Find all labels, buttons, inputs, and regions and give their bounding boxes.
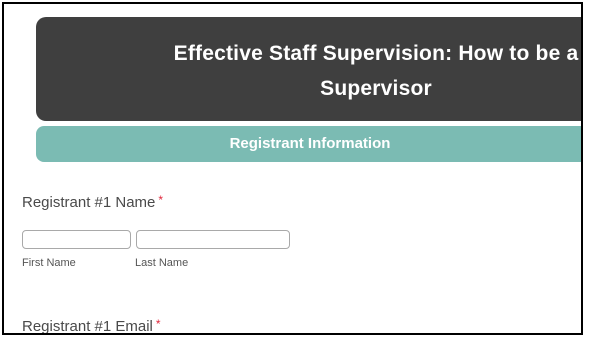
- email-required-mark: *: [155, 317, 161, 331]
- form-page: Effective Staff Supervision: How to be a…: [2, 2, 582, 335]
- page-title: Effective Staff Supervision: How to be a…: [36, 36, 582, 106]
- last-name-input[interactable]: [136, 230, 290, 249]
- email-field-label-text: Registrant #1 Email: [22, 318, 153, 335]
- first-name-input[interactable]: [22, 230, 131, 249]
- page-title-line-2: Supervisor: [320, 77, 432, 100]
- last-name-sub-label: Last Name: [135, 257, 189, 269]
- email-field-label: Registrant #1 Email *: [22, 317, 161, 335]
- name-required-mark: *: [158, 193, 164, 207]
- first-name-sub-label: First Name: [22, 257, 76, 269]
- name-field-label: Registrant #1 Name *: [22, 193, 164, 211]
- title-banner: Effective Staff Supervision: How to be a…: [36, 17, 582, 121]
- section-title: Registrant Information: [229, 135, 391, 152]
- page-title-line-1: Effective Staff Supervision: How to be a: [173, 42, 579, 65]
- name-field-label-text: Registrant #1 Name: [22, 194, 156, 211]
- screenshot-crop-edge: [581, 2, 583, 335]
